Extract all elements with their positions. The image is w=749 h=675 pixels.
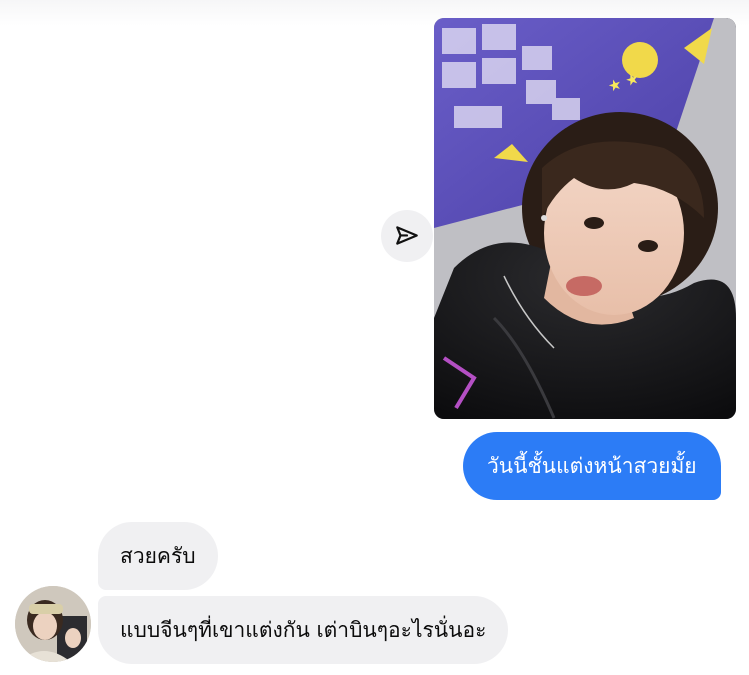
outgoing-message-bubble[interactable]: วันนี้ชั้นแต่งหน้าสวยมั้ย	[463, 432, 721, 500]
message-text: วันนี้ชั้นแต่งหน้าสวยมั้ย	[487, 453, 697, 478]
message-text: สวยครับ	[120, 543, 196, 568]
send-paper-plane-icon	[396, 226, 418, 245]
avatar-image	[15, 586, 91, 662]
incoming-message-bubble[interactable]: แบบจีนๆที่เขาแต่งกัน เต่าบินๆอะไรนั่นอะ	[98, 596, 509, 664]
sent-photo-message[interactable]: ★ ★	[434, 18, 736, 419]
share-photo-button[interactable]	[381, 210, 433, 262]
contact-avatar[interactable]	[15, 586, 91, 662]
incoming-message-bubble[interactable]: สวยครับ	[98, 522, 218, 590]
photo-image: ★ ★	[434, 18, 736, 419]
message-text: แบบจีนๆที่เขาแต่งกัน เต่าบินๆอะไรนั่นอะ	[120, 617, 487, 642]
